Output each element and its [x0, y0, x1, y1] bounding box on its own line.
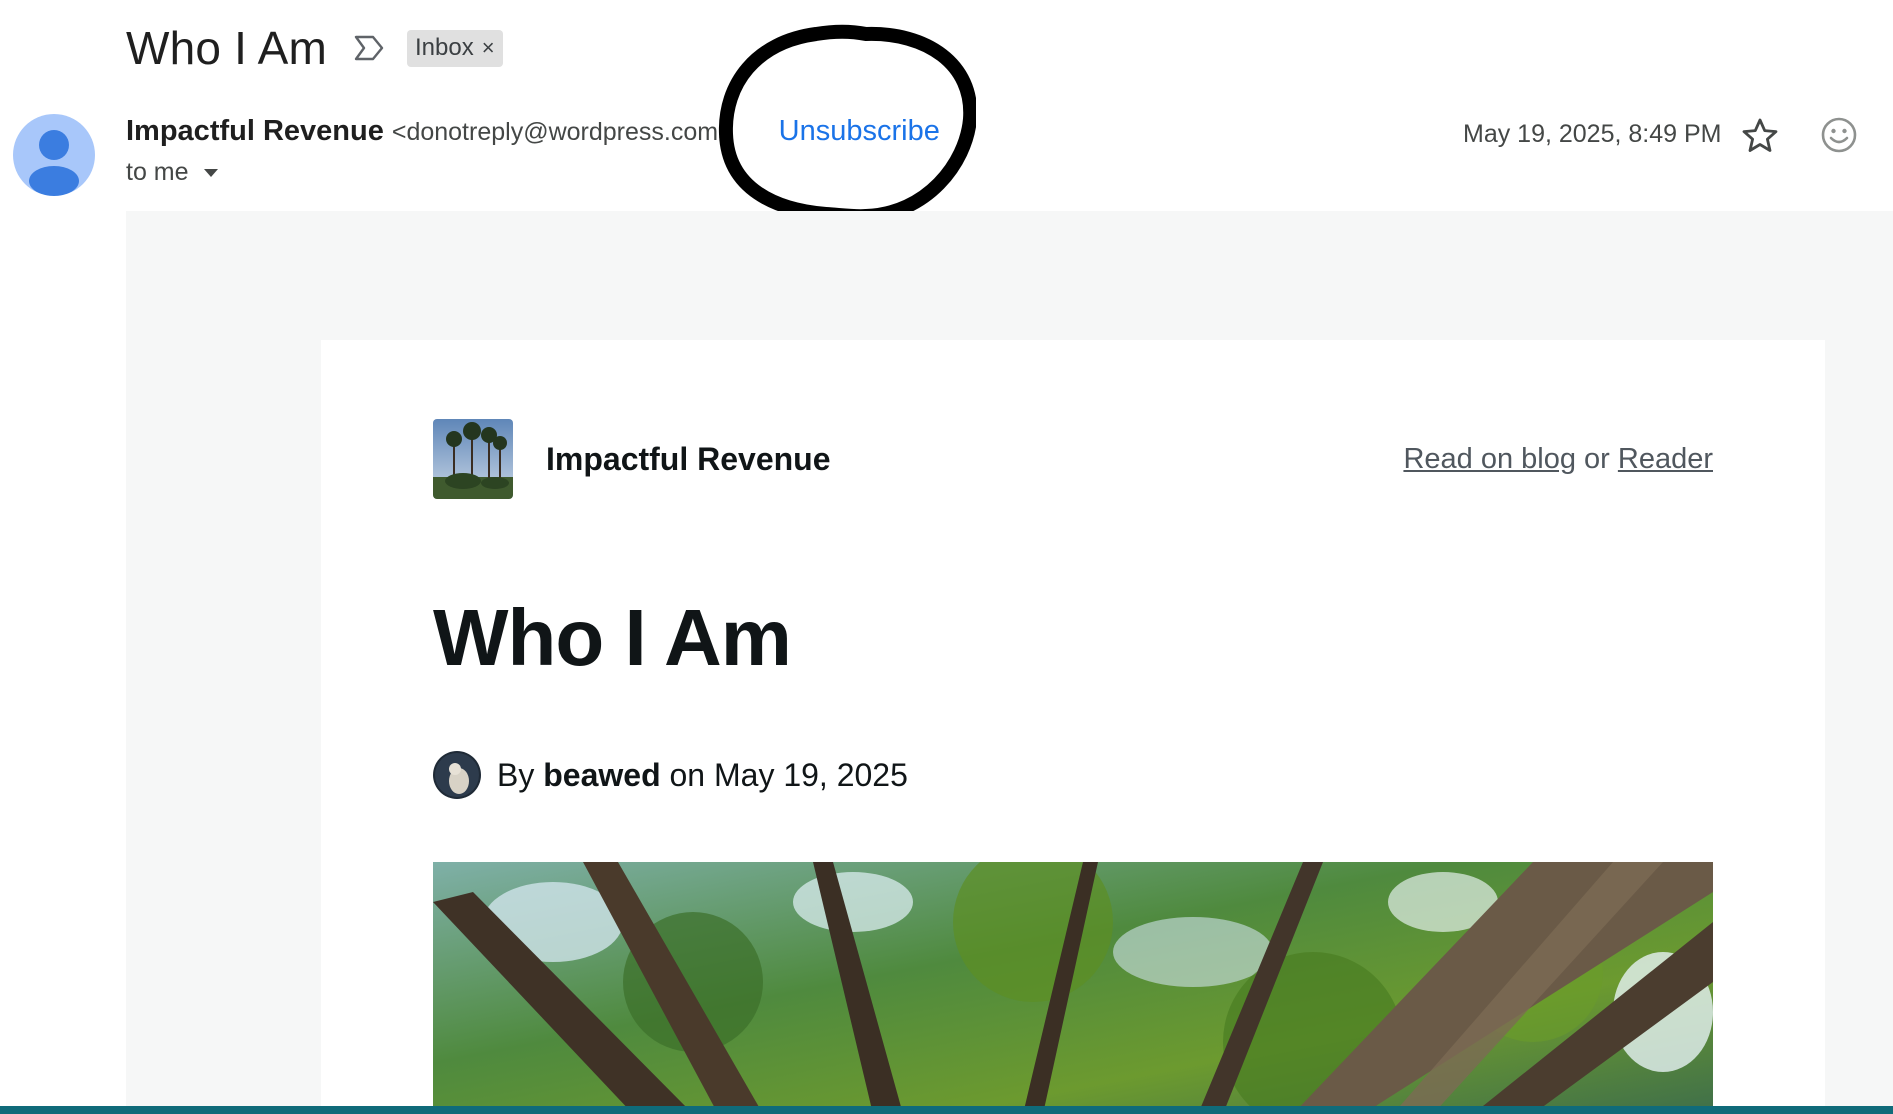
sender-avatar[interactable]: [13, 114, 95, 196]
blog-header: Impactful Revenue Read on blog or Reader: [433, 419, 1713, 499]
post-byline: By beawed on May 19, 2025: [433, 750, 908, 800]
sender-row: Impactful Revenue <donotreply@wordpress.…: [126, 115, 940, 155]
blog-site-icon[interactable]: [433, 419, 513, 499]
email-view: Who I Am Inbox × Impactful Revenue <dono…: [0, 0, 1893, 1114]
star-icon[interactable]: [1740, 116, 1780, 156]
author-avatar[interactable]: [433, 751, 481, 799]
bottom-edge-bar: [0, 1106, 1893, 1114]
person-avatar-icon: [29, 130, 79, 196]
read-on-blog-link[interactable]: Read on blog: [1403, 443, 1576, 475]
unsubscribe-link[interactable]: Unsubscribe: [779, 115, 940, 148]
label-arrow-icon[interactable]: [353, 34, 385, 62]
byline-date: on May 19, 2025: [660, 756, 908, 793]
label-chip-text: Inbox: [415, 33, 474, 61]
email-date: May 19, 2025, 8:49 PM: [1463, 120, 1722, 148]
email-subject: Who I Am: [126, 22, 327, 74]
or-text: or: [1575, 442, 1618, 475]
blog-name[interactable]: Impactful Revenue: [546, 441, 831, 478]
sender-name[interactable]: Impactful Revenue: [126, 115, 384, 148]
caret-down-icon: [203, 168, 218, 177]
post-hero-image[interactable]: [433, 862, 1713, 1114]
post-title[interactable]: Who I Am: [433, 592, 792, 684]
byline-prefix: By: [497, 756, 544, 793]
author-name[interactable]: beawed: [543, 757, 660, 794]
inbox-label-chip[interactable]: Inbox ×: [407, 29, 503, 67]
blog-links: Read on blog or Reader: [1403, 443, 1713, 476]
recipient-text: to me: [126, 158, 189, 186]
remove-label-icon[interactable]: ×: [482, 35, 495, 61]
sender-email: <donotreply@wordpress.com>: [391, 118, 733, 146]
reader-link[interactable]: Reader: [1618, 443, 1713, 475]
recipient-toggle[interactable]: to me: [126, 158, 219, 187]
emoji-reaction-icon[interactable]: [1820, 116, 1858, 154]
subject-row: Who I Am Inbox ×: [126, 18, 503, 78]
